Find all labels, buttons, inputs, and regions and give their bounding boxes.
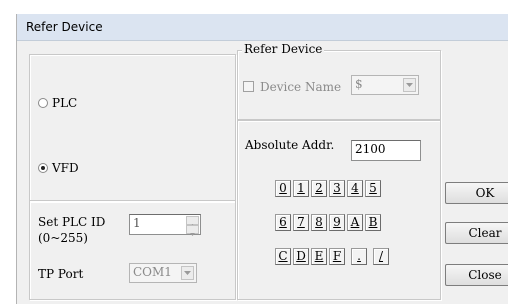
refer-device-group-label: Refer Device bbox=[242, 42, 325, 56]
key-1[interactable]: 1 bbox=[293, 180, 309, 197]
absolute-addr-input[interactable]: 2100 bbox=[351, 140, 421, 161]
radio-plc[interactable] bbox=[38, 98, 48, 108]
spin-down-icon bbox=[190, 233, 195, 236]
key-b[interactable]: B bbox=[365, 214, 381, 231]
title-bar[interactable]: Refer Device bbox=[17, 14, 528, 41]
device-name-value: $ bbox=[355, 77, 363, 91]
key-9[interactable]: 9 bbox=[329, 214, 345, 231]
refer-device-dialog: Refer Device PLC VFD Set PLC ID (0~255) … bbox=[16, 14, 528, 304]
key-4[interactable]: 4 bbox=[347, 180, 363, 197]
radio-plc-label[interactable]: PLC bbox=[52, 96, 77, 110]
key-0[interactable]: 0 bbox=[275, 180, 291, 197]
plc-id-input[interactable]: 1 bbox=[129, 214, 201, 236]
plc-id-range-label: (0~255) bbox=[38, 231, 88, 245]
key-f[interactable]: F bbox=[329, 248, 345, 265]
screen-edge bbox=[508, 0, 528, 304]
key-slash[interactable]: / bbox=[373, 248, 389, 265]
device-name-dropdown[interactable] bbox=[403, 78, 416, 92]
tp-port-label: TP Port bbox=[38, 267, 84, 281]
key-c[interactable]: C bbox=[275, 248, 291, 265]
key-e[interactable]: E bbox=[311, 248, 327, 265]
absolute-addr-label: Absolute Addr. bbox=[245, 138, 335, 152]
device-name-select[interactable]: $ bbox=[351, 75, 419, 95]
device-name-checkbox[interactable] bbox=[243, 81, 254, 92]
tp-port-select[interactable]: COM1 bbox=[129, 263, 197, 283]
device-name-label[interactable]: Device Name bbox=[260, 80, 341, 94]
key-2[interactable]: 2 bbox=[311, 180, 327, 197]
chevron-down-icon bbox=[184, 271, 191, 275]
plc-id-value: 1 bbox=[133, 216, 141, 230]
tp-port-value: COM1 bbox=[133, 265, 172, 279]
key-8[interactable]: 8 bbox=[311, 214, 327, 231]
key-3[interactable]: 3 bbox=[329, 180, 345, 197]
plc-id-spin-up[interactable] bbox=[186, 216, 199, 227]
key-a[interactable]: A bbox=[347, 214, 363, 231]
absolute-addr-value: 2100 bbox=[355, 142, 386, 156]
radio-vfd-label[interactable]: VFD bbox=[52, 161, 79, 175]
key-dot[interactable]: . bbox=[351, 248, 367, 265]
key-7[interactable]: 7 bbox=[293, 214, 309, 231]
chevron-down-icon bbox=[406, 83, 413, 87]
key-6[interactable]: 6 bbox=[275, 214, 291, 231]
key-d[interactable]: D bbox=[293, 248, 309, 265]
mode-group bbox=[29, 54, 236, 202]
plc-id-label: Set PLC ID bbox=[38, 215, 106, 229]
radio-vfd[interactable] bbox=[38, 163, 48, 173]
window-title: Refer Device bbox=[26, 20, 103, 34]
tp-port-dropdown[interactable] bbox=[181, 266, 194, 280]
key-5[interactable]: 5 bbox=[365, 180, 381, 197]
plc-id-spin-down[interactable] bbox=[186, 225, 199, 236]
